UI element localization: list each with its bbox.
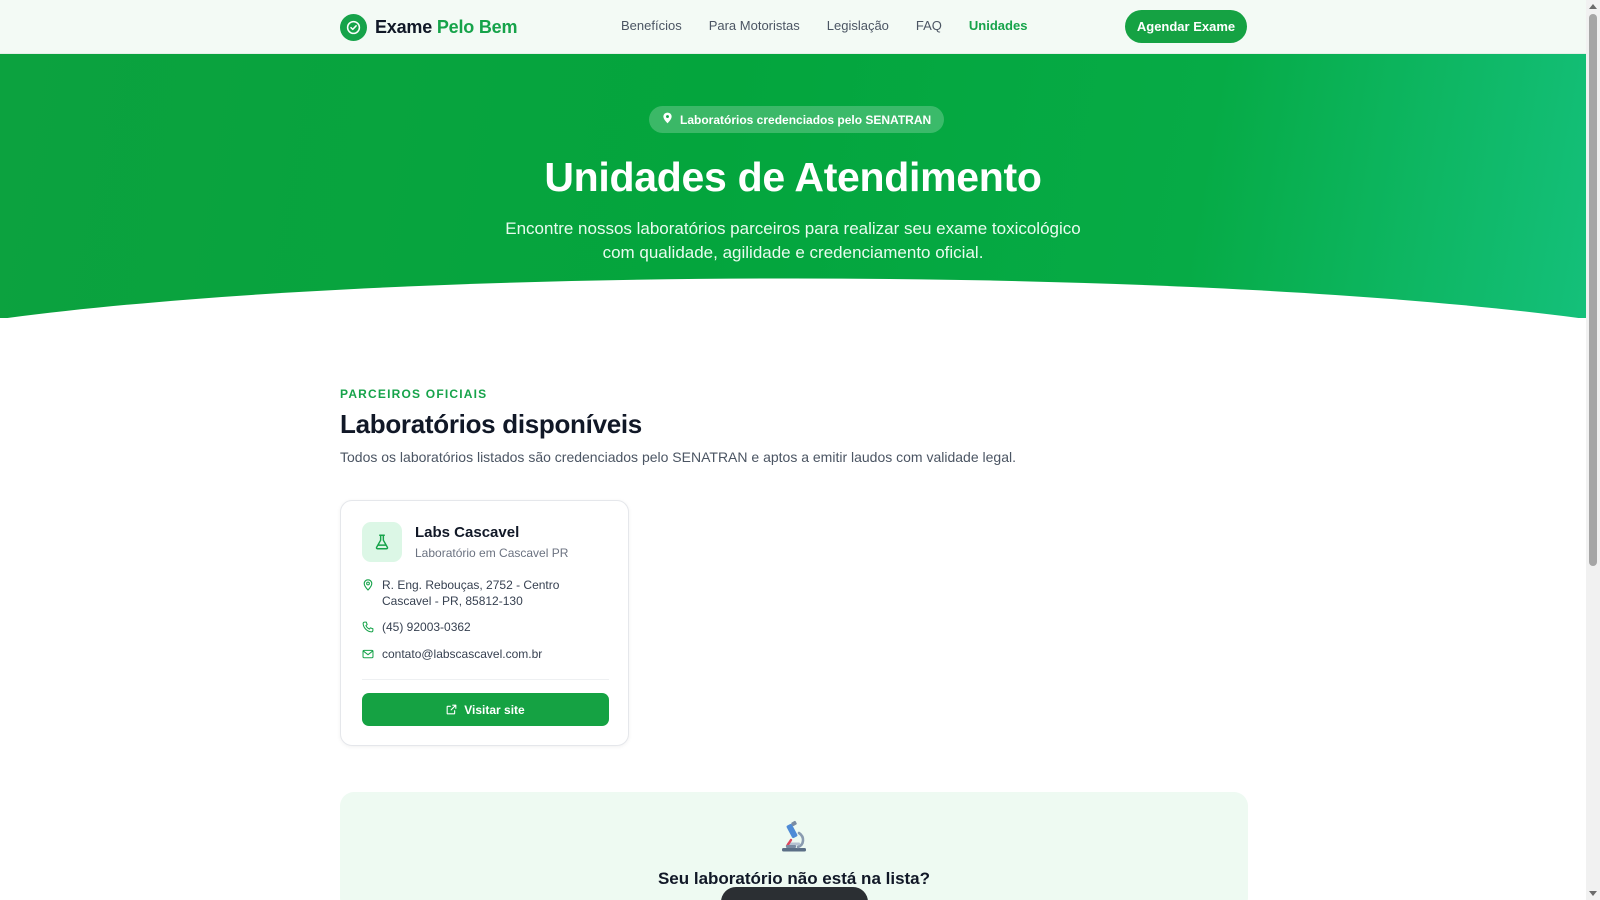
lab-email[interactable]: contato@labscascavel.com.br [362, 646, 542, 662]
scroll-down-arrow-icon[interactable] [1589, 891, 1597, 896]
flask-icon [362, 522, 402, 562]
location-icon [363, 579, 373, 591]
site-header: Exame Pelo Bem Benefícios Para Motorista… [0, 0, 1586, 54]
lab-address-text: R. Eng. Rebouças, 2752 - Centro Cascavel… [382, 577, 559, 609]
missing-lab-title: Seu laboratório não está na lista? [657, 869, 931, 888]
lab-phone-text: (45) 92003-0362 [382, 620, 471, 634]
lab-email-text: contato@labscascavel.com.br [382, 647, 543, 661]
main-nav: Benefícios Para Motoristas Legislação FA… [621, 18, 1027, 33]
hero-badge: Laboratórios credenciados pelo SENATRAN [649, 106, 945, 133]
section-description: Todos os laboratórios listados são crede… [340, 449, 1016, 465]
scroll-up-arrow-icon[interactable] [1589, 4, 1597, 9]
hero-banner: Laboratórios credenciados pelo SENATRAN … [0, 54, 1586, 318]
nav-item-para-motoristas[interactable]: Para Motoristas [709, 18, 800, 33]
nav-item-faq[interactable]: FAQ [916, 18, 942, 33]
nav-item-legislacao[interactable]: Legislação [827, 18, 889, 33]
scroll-thumb[interactable] [1589, 14, 1597, 566]
schedule-exam-button[interactable]: Agendar Exame [1125, 10, 1247, 43]
lab-name: Labs Cascavel [415, 524, 520, 541]
lab-address: R. Eng. Rebouças, 2752 - Centro Cascavel… [362, 577, 559, 609]
hero-wave-divider [7, 278, 1579, 318]
hero-subtitle: Encontre nossos laboratórios parceiros p… [505, 219, 1081, 262]
lab-address-line1: R. Eng. Rebouças, 2752 - Centro [382, 578, 560, 592]
card-divider [362, 679, 609, 680]
section-kicker: PARCEIROS OFICIAIS [340, 387, 488, 401]
logo[interactable]: Exame Pelo Bem [340, 12, 517, 42]
check-circle-icon [340, 13, 367, 41]
lab-phone[interactable]: (45) 92003-0362 [362, 619, 471, 635]
logo-text-main: Exame [375, 16, 433, 37]
mail-icon [362, 649, 374, 659]
external-link-icon [446, 704, 457, 715]
nav-item-beneficios[interactable]: Benefícios [621, 18, 682, 33]
floating-toolbar[interactable] [721, 887, 868, 900]
lab-address-line2: Cascavel - PR, 85812-130 [382, 594, 523, 608]
logo-text: Exame Pelo Bem [375, 17, 517, 38]
map-pin-icon [662, 112, 673, 127]
lab-card: Labs Cascavel Laboratório em Cascavel PR… [340, 500, 629, 746]
hero-badge-text: Laboratórios credenciados pelo SENATRAN [680, 112, 932, 127]
page-scrollbar[interactable] [1586, 0, 1600, 900]
nav-item-unidades[interactable]: Unidades [969, 18, 1028, 33]
phone-icon [362, 621, 374, 633]
microscope-icon [782, 820, 806, 852]
section-title: Laboratórios disponíveis [340, 409, 642, 439]
visit-site-label: Visitar site [464, 702, 525, 717]
visit-site-button[interactable]: Visitar site [362, 693, 609, 726]
lab-subtitle: Laboratório em Cascavel PR [415, 546, 569, 560]
logo-text-accent: Pelo Bem [436, 16, 518, 37]
missing-lab-panel: Seu laboratório não está na lista? [340, 792, 1248, 900]
hero-title: Unidades de Atendimento [544, 154, 1042, 200]
